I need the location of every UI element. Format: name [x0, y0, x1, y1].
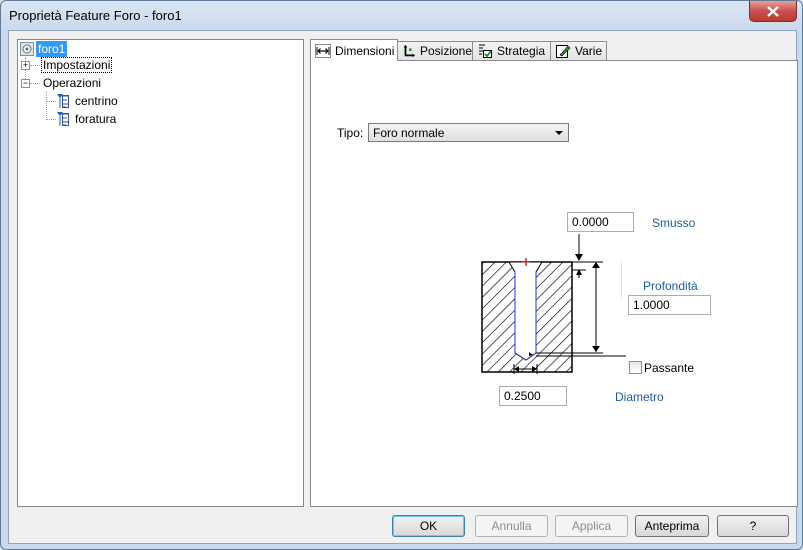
annulla-button[interactable]: Annulla	[475, 515, 548, 537]
diametro-label: Diametro	[615, 390, 664, 404]
tab-dimensioni[interactable]: Dimensioni	[310, 39, 398, 61]
dimension-arrows-icon	[315, 43, 331, 58]
tab-posizione-label: Posizione	[419, 44, 472, 58]
tree-impostazioni-label[interactable]: Impostazioni	[41, 57, 113, 73]
tab-posizione[interactable]: Posizione	[397, 41, 473, 60]
tree-centrino-label[interactable]: centrino	[73, 93, 120, 109]
dialog-client: foro1 + Impostazioni − Operazioni centri…	[8, 30, 798, 544]
passante-checkbox[interactable]	[629, 361, 642, 374]
tipo-label: Tipo:	[337, 126, 364, 140]
ok-button[interactable]: OK	[392, 515, 465, 537]
profondita-input[interactable]: 1.0000	[628, 295, 711, 315]
smusso-label: Smusso	[652, 216, 696, 230]
close-button[interactable]	[749, 1, 797, 22]
window-title: Proprietà Feature Foro - foro1	[9, 8, 182, 23]
passante-label: Passante	[644, 361, 695, 375]
tab-strategia[interactable]: Strategia	[472, 41, 551, 60]
collapse-operazioni[interactable]: −	[21, 79, 30, 88]
chevron-down-icon	[555, 131, 563, 135]
drill-op-icon	[57, 112, 69, 126]
tree-root-label[interactable]: foro1	[36, 41, 68, 57]
drill-op-icon	[57, 94, 69, 108]
feature-icon	[20, 42, 34, 56]
tree-foratura-label[interactable]: foratura	[73, 111, 118, 127]
expand-impostazioni[interactable]: +	[21, 61, 30, 70]
tree-operazioni-label[interactable]: Operazioni	[41, 76, 103, 90]
tipo-value: Foro normale	[373, 126, 445, 140]
hole-section-diagram	[481, 234, 626, 374]
profondita-label: Profondità	[643, 279, 698, 293]
feature-tree[interactable]: foro1 + Impostazioni − Operazioni centri…	[17, 39, 304, 507]
tree-item-operazioni[interactable]: Operazioni	[41, 75, 103, 91]
strategy-checklist-icon	[479, 44, 492, 58]
close-icon	[767, 5, 779, 17]
title-bar: Proprietà Feature Foro - foro1	[1, 1, 802, 31]
tree-item-impostazioni[interactable]: Impostazioni	[41, 57, 113, 73]
tipo-dropdown[interactable]: Foro normale	[368, 123, 569, 142]
dialog-window: Proprietà Feature Foro - foro1 foro1 + I…	[0, 0, 803, 550]
edit-note-icon	[556, 45, 571, 58]
diametro-input[interactable]: 0.2500	[499, 386, 567, 406]
position-axes-icon	[403, 44, 416, 58]
dimensioni-panel: Tipo: Foro normale 0.0000 Smusso Profond…	[310, 60, 798, 507]
tab-varie[interactable]: Varie	[550, 41, 607, 60]
tab-dimensioni-label: Dimensioni	[335, 43, 395, 58]
applica-button[interactable]: Applica	[555, 515, 628, 537]
tab-strategia-label: Strategia	[497, 44, 546, 58]
help-button[interactable]: ?	[717, 515, 789, 537]
anteprima-button[interactable]: Anteprima	[635, 515, 709, 537]
tab-varie-label: Varie	[575, 44, 603, 58]
